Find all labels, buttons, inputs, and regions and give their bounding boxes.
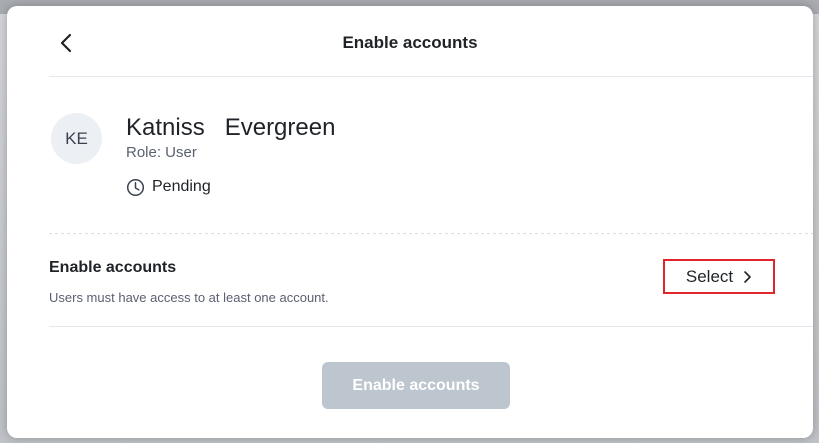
avatar: KE: [51, 113, 102, 164]
select-button-label: Select: [685, 266, 734, 286]
dialog-header: Enable accounts: [7, 6, 813, 76]
clock-icon: [126, 178, 145, 196]
enable-accounts-dialog: Enable accounts KE Katniss Evergreen Rol…: [7, 6, 813, 438]
accounts-section-title: Enable accounts: [49, 259, 177, 276]
user-role: Role: User: [126, 144, 197, 161]
status-indicator: Pending: [126, 176, 211, 198]
chevron-right-icon: [744, 270, 751, 283]
accounts-section-subtitle: Users must have access to at least one a…: [49, 290, 329, 305]
status-text: Pending: [152, 178, 211, 195]
section-divider: [49, 233, 813, 234]
footer-divider: [49, 326, 813, 327]
enable-accounts-button[interactable]: Enable accounts: [322, 362, 510, 409]
user-name: Katniss Evergreen: [126, 114, 336, 141]
select-accounts-button[interactable]: Select: [663, 259, 775, 294]
header-divider: [49, 76, 813, 77]
dialog-title: Enable accounts: [342, 33, 478, 52]
